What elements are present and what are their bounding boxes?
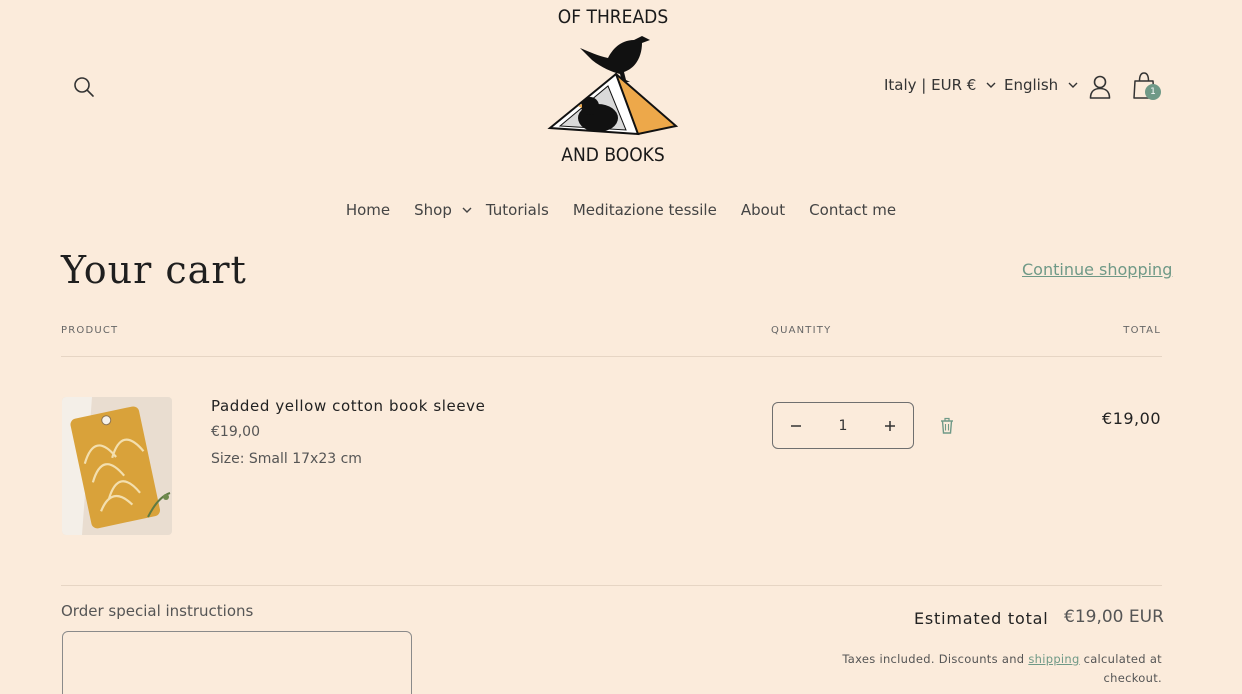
estimated-total-label: Estimated total — [914, 609, 1049, 628]
search-icon — [74, 77, 94, 97]
country-selector-label: Italy | EUR € — [884, 76, 977, 94]
nav-item-about[interactable]: About — [741, 201, 785, 219]
book-sleeve-image — [62, 397, 172, 535]
column-header-total: TOTAL — [1123, 325, 1161, 336]
shipping-link[interactable]: shipping — [1028, 652, 1079, 666]
remove-item-button[interactable] — [939, 417, 955, 435]
nav-item-label: About — [740, 201, 786, 219]
chevron-down-icon — [1068, 82, 1078, 88]
cart-count-badge: 1 — [1145, 84, 1161, 100]
product-name-link[interactable]: Padded yellow cotton book sleeve — [211, 397, 486, 415]
cart-button[interactable]: 1 — [1132, 71, 1162, 103]
order-instructions-textarea[interactable] — [62, 631, 412, 694]
tax-note-text: Taxes included. Discounts and — [842, 652, 1029, 666]
main-navigation: Home Shop Tutorials Meditazione tessile … — [0, 201, 1242, 219]
trash-icon — [941, 417, 953, 434]
tax-note-text-end: calculated at checkout. — [1079, 652, 1162, 685]
store-logo[interactable]: OF THREADS AND BOOKS — [546, 6, 680, 168]
product-variant: Size: Small 17x23 cm — [211, 451, 362, 467]
nav-item-label: Tutorials — [485, 201, 549, 219]
estimated-total-value: €19,00 EUR — [1064, 607, 1164, 627]
language-selector-label: English — [1004, 76, 1059, 94]
divider — [61, 356, 1162, 357]
nav-item-contact[interactable]: Contact me — [809, 201, 896, 219]
nav-item-label: Contact me — [809, 201, 897, 219]
nav-item-home[interactable]: Home — [346, 201, 390, 219]
search-button[interactable] — [72, 75, 96, 99]
column-header-product: PRODUCT — [61, 325, 119, 336]
logo-text-top: OF THREADS — [557, 6, 669, 28]
nav-item-label: Meditazione tessile — [572, 201, 717, 219]
chevron-down-icon — [462, 207, 472, 213]
language-selector[interactable]: English — [1004, 76, 1078, 94]
column-header-quantity: QUANTITY — [771, 325, 832, 336]
quantity-input[interactable] — [823, 417, 863, 434]
continue-shopping-link[interactable]: Continue shopping — [1022, 260, 1172, 279]
divider — [61, 585, 1162, 586]
account-button[interactable] — [1088, 74, 1112, 100]
product-unit-price: €19,00 — [211, 424, 260, 440]
bird-book-logo-icon — [547, 36, 679, 136]
nav-item-shop[interactable]: Shop — [414, 201, 472, 219]
line-item-total: €19,00 — [1102, 409, 1161, 428]
plus-icon — [885, 420, 895, 431]
increase-quantity-button[interactable] — [881, 417, 899, 435]
decrease-quantity-button[interactable] — [787, 417, 805, 435]
page-title: Your cart — [61, 248, 247, 292]
instructions-label: Order special instructions — [61, 602, 254, 620]
nav-item-meditazione-tessile[interactable]: Meditazione tessile — [573, 201, 717, 219]
product-thumbnail[interactable] — [62, 397, 172, 535]
chevron-down-icon — [986, 82, 996, 88]
country-selector[interactable]: Italy | EUR € — [884, 76, 996, 94]
user-icon — [1089, 75, 1111, 99]
minus-icon — [791, 424, 801, 427]
tax-note: Taxes included. Discounts and shipping c… — [830, 650, 1162, 688]
quantity-stepper — [772, 402, 914, 449]
nav-item-label: Shop — [414, 201, 452, 219]
nav-item-tutorials[interactable]: Tutorials — [486, 201, 549, 219]
nav-item-label: Home — [345, 201, 391, 219]
logo-text-bottom: AND BOOKS — [561, 144, 665, 166]
